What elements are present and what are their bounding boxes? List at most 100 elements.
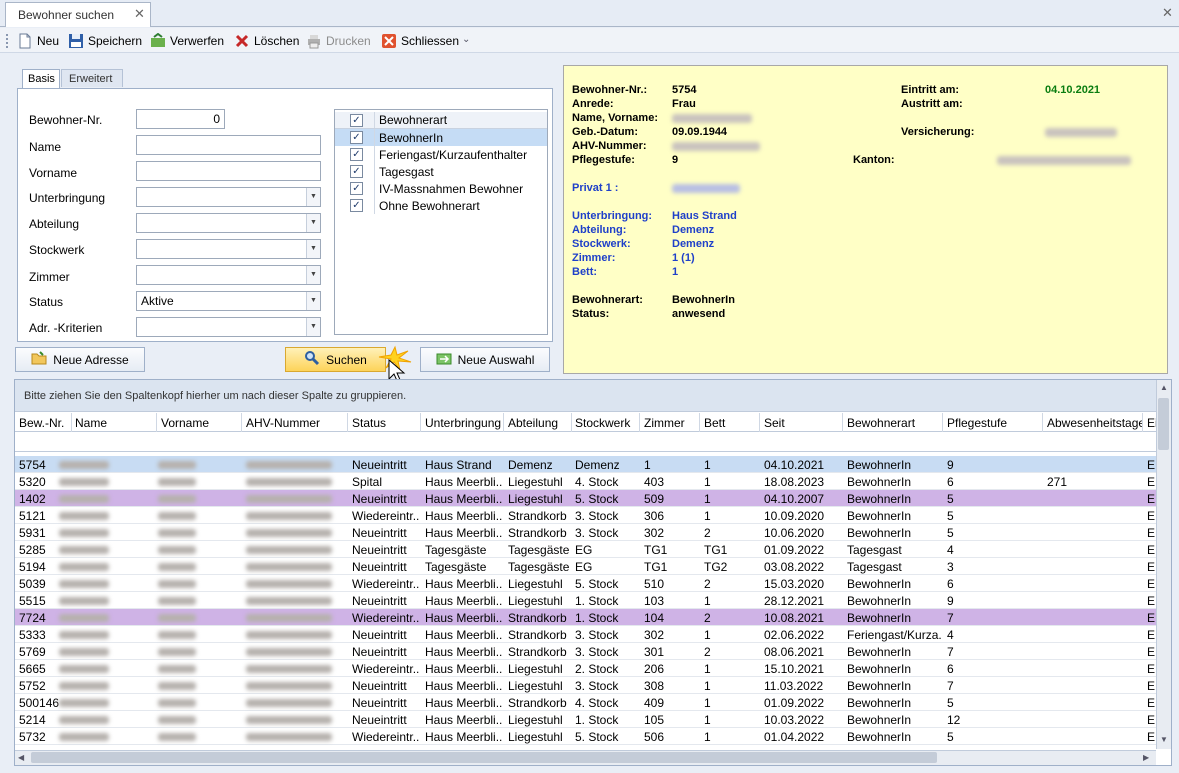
item-checkbox[interactable]: ✓	[350, 165, 363, 178]
redacted-cell	[158, 614, 196, 622]
unterbringung-combo[interactable]: ▼	[136, 187, 321, 207]
search-button[interactable]: Suchen	[285, 347, 386, 372]
scroll-up-icon[interactable]: ▲	[1160, 383, 1168, 392]
column-header-abteilung[interactable]: Abteilung	[508, 416, 570, 430]
column-header-name[interactable]: Name	[75, 416, 155, 430]
dropdown-arrow-icon[interactable]: ▼	[306, 266, 320, 284]
dropdown-arrow-icon[interactable]: ▼	[306, 214, 320, 232]
tab-close-icon[interactable]: ✕	[134, 6, 145, 22]
column-header-seit[interactable]: Seit	[764, 416, 844, 430]
redacted-cell	[158, 495, 196, 503]
item-checkbox[interactable]: ✓	[350, 131, 363, 144]
table-row[interactable]: 5752 Neueintritt Haus Meerbli... Liegestuhl…	[15, 677, 1156, 694]
cell-pflege: 3	[947, 560, 954, 574]
table-row[interactable]: 5320 Spital Haus Meerbli... Liegestuhl 4. St…	[15, 473, 1156, 490]
item-checkbox[interactable]: ✓	[350, 199, 363, 212]
cell-zimmer: 506	[644, 730, 665, 744]
scroll-down-icon[interactable]: ▼	[1160, 735, 1168, 744]
table-row[interactable]: 7724 Wiedereintr... Haus Meerbli... Strandk…	[15, 609, 1156, 626]
table-row[interactable]: 500146 Neueintritt Haus Meerbli... Strandko…	[15, 694, 1156, 711]
redacted-cell	[158, 563, 196, 571]
scroll-left-icon[interactable]: ◀	[18, 753, 24, 762]
item-checkbox[interactable]: ✓	[350, 182, 363, 195]
table-row[interactable]: 5194 Neueintritt Tagesgäste Tagesgäste EG TG1…	[15, 558, 1156, 575]
save-button[interactable]: Speichern	[68, 32, 142, 50]
dropdown-arrow-icon[interactable]: ▼	[306, 318, 320, 336]
table-row[interactable]: 5214 Neueintritt Haus Meerbli... Liegestuhl…	[15, 711, 1156, 728]
tab-basis[interactable]: Basis	[22, 69, 60, 88]
redacted-cell	[246, 495, 332, 503]
dropdown-arrow-icon[interactable]: ▼	[306, 188, 320, 206]
column-header-bewohnerart[interactable]: Bewohnerart	[847, 416, 942, 430]
cell-zimmer: TG1	[644, 560, 668, 574]
new-selection-button[interactable]: Neue Auswahl	[420, 347, 550, 372]
column-header-status[interactable]: Status	[352, 416, 422, 430]
window-close-icon[interactable]: ✕	[1162, 5, 1173, 21]
table-row[interactable]: 5121 Wiedereintr... Haus Meerbli... Strandk…	[15, 507, 1156, 524]
column-header-vorname[interactable]: Vorname	[161, 416, 241, 430]
table-row[interactable]: 5931 Neueintritt Haus Meerbli... Strandkorb…	[15, 524, 1156, 541]
horizontal-scroll-thumb[interactable]	[31, 752, 937, 763]
checklist-item[interactable]: ✓ BewohnerIn	[335, 129, 547, 146]
item-checkbox[interactable]: ✓	[350, 148, 363, 161]
table-row[interactable]: 5754 Neueintritt Haus Strand Demenz Demenz 1 1…	[15, 456, 1156, 473]
column-header-stockwerk[interactable]: Stockwerk	[575, 416, 641, 430]
tab-bewohner-suchen[interactable]: Bewohner suchen ✕	[5, 2, 151, 27]
cell-e: E	[1147, 611, 1156, 625]
cell-bett: 1	[704, 475, 711, 489]
toolbar-overflow-icon[interactable]: ⌄	[462, 34, 470, 45]
grid-filter-row[interactable]	[15, 432, 1156, 452]
checklist-item[interactable]: ✓ IV-Massnahmen Bewohner	[335, 180, 547, 197]
column-header-nr[interactable]: Bew.-Nr.	[19, 416, 69, 430]
checklist-item[interactable]: ✓ Tagesgast	[335, 163, 547, 180]
cell-stockwerk: EG	[575, 543, 593, 557]
column-header-pflegestufe[interactable]: Pflegestufe	[947, 416, 1042, 430]
bewohner-nr-input[interactable]: 0	[136, 109, 225, 129]
status-combo[interactable]: Aktive ▼	[136, 291, 321, 311]
table-row[interactable]: 5732 Wiedereintr... Haus Meerbli... Liegest…	[15, 728, 1156, 745]
column-header-abwesenheitstage[interactable]: Abwesenheitstage	[1047, 416, 1142, 430]
print-button[interactable]: Drucken	[306, 32, 371, 50]
new-address-button[interactable]: Neue Adresse	[15, 347, 145, 372]
delete-button[interactable]: Löschen	[234, 32, 299, 50]
cell-unterbringung: Haus Meerbli...	[425, 577, 503, 591]
adr-kriterien-combo[interactable]: ▼	[136, 317, 321, 337]
table-row[interactable]: 5515 Neueintritt Haus Meerbli... Liegestuhl…	[15, 592, 1156, 609]
stockwerk-combo[interactable]: ▼	[136, 239, 321, 259]
tab-erweitert[interactable]: Erweitert	[61, 69, 123, 87]
discard-button[interactable]: Verwerfen	[150, 32, 224, 50]
column-header-ahv[interactable]: AHV-Nummer	[246, 416, 346, 430]
checklist-item[interactable]: ✓ Feriengast/Kurzaufenthalter	[335, 146, 547, 163]
select-all-checkbox[interactable]: ✓	[350, 113, 363, 127]
scroll-right-icon[interactable]: ▶	[1143, 753, 1149, 762]
column-header-bett[interactable]: Bett	[704, 416, 759, 430]
close-button[interactable]: Schliessen	[381, 32, 459, 50]
table-row[interactable]: 5285 Neueintritt Tagesgäste Tagesgäste EG TG1…	[15, 541, 1156, 558]
cell-seit: 10.09.2020	[764, 509, 825, 523]
checklist-item[interactable]: ✓ Ohne Bewohnerart	[335, 197, 547, 214]
vertical-scroll-thumb[interactable]	[1158, 398, 1169, 450]
table-row[interactable]: 5333 Neueintritt Haus Meerbli... Strandkorb…	[15, 626, 1156, 643]
table-row[interactable]: 1402 Neueintritt Haus Meerbli... Liegestuhl…	[15, 490, 1156, 507]
checklist-header[interactable]: ✓ Bewohnerart	[335, 112, 547, 129]
new-button[interactable]: Neu	[17, 32, 59, 50]
column-header-zimmer[interactable]: Zimmer	[644, 416, 699, 430]
zimmer-combo[interactable]: ▼	[136, 265, 321, 285]
name-input[interactable]	[136, 135, 321, 155]
redacted-cell	[59, 461, 109, 469]
cell-status: Neueintritt	[352, 645, 407, 659]
table-row[interactable]: 5665 Wiedereintr... Haus Meerbli... Liegest…	[15, 660, 1156, 677]
column-header-unterbringung[interactable]: Unterbringung	[425, 416, 503, 430]
cell-unterbringung: Haus Meerbli...	[425, 662, 503, 676]
cell-abteilung: Liegestuhl	[508, 679, 563, 693]
dropdown-arrow-icon[interactable]: ▼	[306, 292, 320, 310]
vorname-input[interactable]	[136, 161, 321, 181]
group-by-area[interactable]: Bitte ziehen Sie den Spaltenkopf hierher…	[15, 380, 1156, 412]
table-row[interactable]: 5769 Neueintritt Haus Meerbli... Strandkorb…	[15, 643, 1156, 660]
cell-zimmer: 302	[644, 526, 665, 540]
redacted-cell	[59, 495, 109, 503]
dropdown-arrow-icon[interactable]: ▼	[306, 240, 320, 258]
abteilung-combo[interactable]: ▼	[136, 213, 321, 233]
table-row[interactable]: 5039 Wiedereintr... Haus Meerbli... Liegest…	[15, 575, 1156, 592]
redacted-cell	[158, 716, 196, 724]
